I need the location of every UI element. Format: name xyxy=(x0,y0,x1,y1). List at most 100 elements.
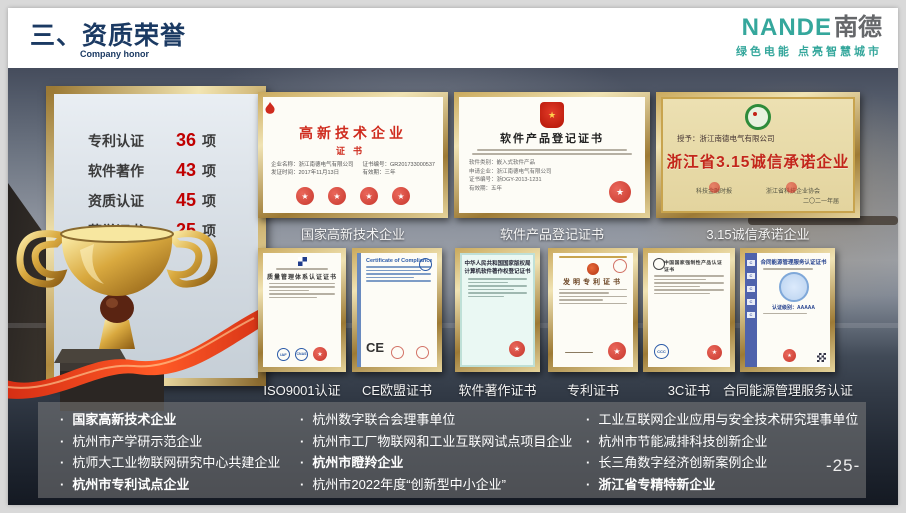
cqc-mark-icon: CCC xyxy=(654,344,669,359)
cert-body-line xyxy=(559,299,603,301)
certificate-315-integrity: 授予：浙江南德电气有限公司 浙江省3.15诚信承诺企业 科技金融时报 浙江省科技… xyxy=(656,92,860,218)
stat-value: 36 xyxy=(164,130,196,151)
cert-body-line xyxy=(559,292,609,294)
cert-body-line xyxy=(559,296,627,298)
cert-body-line xyxy=(654,282,724,284)
cert-field: 有效期：三年 xyxy=(363,169,435,177)
cert-date: 二〇二一年届 xyxy=(803,196,839,205)
certificate-energy-management: C C C C C 合同能源管理服务认证证书 认证级别：AAAAA ★ xyxy=(740,248,835,372)
red-seal-icon xyxy=(709,182,720,193)
cert-body-line xyxy=(366,277,414,279)
honor-item: 工业互联网企业应用与安全技术研究理事单位 xyxy=(586,409,858,431)
stat-row: 资质认证 45 项 xyxy=(88,190,258,211)
stat-unit: 项 xyxy=(202,221,216,241)
stat-label: 资质认证 xyxy=(88,191,164,211)
cert-body-line xyxy=(468,285,527,287)
red-seal-icon: ★ xyxy=(313,347,327,361)
cert-body-line xyxy=(276,268,328,270)
cnas-mark-icon: CNAS xyxy=(295,348,308,361)
red-seal-icon: ★ xyxy=(608,342,626,360)
cert-body-line xyxy=(763,268,813,270)
cert-field: 证书编号：GR201733000537 xyxy=(363,161,435,169)
certificate-3c: 中国国家强制性产品认证证书 CCC ★ xyxy=(643,248,735,372)
cert-body-line xyxy=(468,282,508,284)
red-seal-icon: ★ xyxy=(609,181,631,203)
logo-tagline: 绿色电能 点亮智慧城市 xyxy=(736,43,882,59)
cert-body-line xyxy=(654,279,706,281)
honor-item: 杭州市工厂物联网和工业互联网试点项目企业 xyxy=(300,431,572,453)
cert-body-line xyxy=(477,149,627,151)
honor-item: 杭州市瞪羚企业 xyxy=(300,452,572,474)
red-seal-icon: ★ xyxy=(392,187,410,205)
cert-body-line xyxy=(269,286,335,288)
stat-label: 软件著作 xyxy=(88,161,164,181)
registrar-logo-icon xyxy=(298,257,307,266)
cert-body-line xyxy=(366,273,431,275)
cert-field: 企业名称：浙江南德电气有限公司 xyxy=(271,161,354,169)
honor-item: 国家高新技术企业 xyxy=(60,409,280,431)
page-subtitle: Company honor xyxy=(80,49,149,59)
stat-unit: 项 xyxy=(202,161,216,181)
stat-label: 荣誉证书 xyxy=(88,221,164,241)
seal-outline-icon xyxy=(391,346,404,359)
honor-item: 杭州市2022年度“创新型中小企业” xyxy=(300,474,572,496)
cnipa-logo-icon xyxy=(587,263,599,275)
slide-header: 三、资质荣誉 Company honor NANDE南德 绿色电能 点亮智慧城市 xyxy=(8,8,898,68)
cert-body-line xyxy=(654,275,724,277)
cert-title-line: 计算机软件著作权登记证书 xyxy=(462,268,533,276)
seal-outline-icon xyxy=(613,259,627,273)
ccc-mark-icon xyxy=(653,258,665,270)
stat-unit: 项 xyxy=(202,131,216,151)
honor-item: 杭师大工业物联网研究中心共建企业 xyxy=(60,452,280,474)
cert-title: 发明专利证书 xyxy=(553,277,633,287)
stat-value: 25 xyxy=(164,220,196,241)
stat-row: 专利认证 36 项 xyxy=(88,130,258,151)
green-badge-icon xyxy=(745,104,771,130)
red-seal-icon xyxy=(786,182,797,193)
company-logo: NANDE南德 绿色电能 点亮智慧城市 xyxy=(736,15,882,59)
honor-item: 长三角数字经济创新案例企业 xyxy=(586,452,858,474)
page-number: -25- xyxy=(826,456,860,476)
flame-icon xyxy=(263,101,277,117)
cert-body-line xyxy=(559,303,627,305)
cert-field: 发证时间：2017年11月13日 xyxy=(271,169,354,177)
cert-body-line xyxy=(269,293,335,295)
cert-body-line xyxy=(763,313,807,315)
background-photo: 专利认证 36 项 软件著作 43 项 资质认证 45 项 荣誉证书 25 xyxy=(8,68,898,505)
stat-value: 45 xyxy=(164,190,196,211)
cert-body-line xyxy=(654,289,724,291)
cert-award-line: 授予：浙江南德电气有限公司 xyxy=(663,133,853,144)
certificate-iso9001: 质量管理体系认证证书 IAF CNAS ★ xyxy=(258,248,346,372)
stat-value: 43 xyxy=(164,160,196,181)
cert-title: 质量管理体系认证证书 xyxy=(263,272,341,281)
tuv-mark-icon xyxy=(419,258,432,271)
cert-body-line xyxy=(468,296,504,298)
side-band xyxy=(357,253,361,367)
caption-energy-management: 合同能源管理服务认证 xyxy=(708,380,868,399)
red-seal-icon: ★ xyxy=(296,187,314,205)
certificate-hi-tech: 高新技术企业 证书 企业名称：浙江南德电气有限公司 发证时间：2017年11月1… xyxy=(258,92,448,218)
cert-emblem-icon xyxy=(779,272,809,302)
honors-column-3: 工业互联网企业应用与安全技术研究理事单位 杭州市节能减排科技创新企业 长三角数字… xyxy=(586,409,858,495)
stat-unit: 项 xyxy=(202,191,216,211)
certificate-ce: Certificate of Compliance CE xyxy=(352,248,442,372)
red-seal-icon: ★ xyxy=(783,349,796,362)
cert-field: 证书编号：浙DGY-2013-1231 xyxy=(469,176,635,185)
cert-body-line xyxy=(468,292,527,294)
stat-row: 软件著作 43 项 xyxy=(88,160,258,181)
honors-column-1: 国家高新技术企业 杭州市产学研示范企业 杭师大工业物联网研究中心共建企业 杭州市… xyxy=(60,409,280,495)
slide: 三、资质荣誉 Company honor NANDE南德 绿色电能 点亮智慧城市… xyxy=(8,8,898,505)
stats-panel: 专利认证 36 项 软件著作 43 项 资质认证 45 项 荣誉证书 25 xyxy=(46,86,266,386)
cert-body-line xyxy=(654,293,710,295)
page-title: 三、资质荣誉 xyxy=(30,16,186,52)
honor-item: 杭州市产学研示范企业 xyxy=(60,431,280,453)
logo-latin-text: NANDE xyxy=(742,14,832,41)
certificate-patent: 发明专利证书 ★ xyxy=(548,248,638,372)
cert-title-line: 中华人民共和国国家版权局 xyxy=(462,260,533,268)
certificate-software-copyright: 中华人民共和国国家版权局 计算机软件著作权登记证书 ★ xyxy=(455,248,540,372)
honors-panel: 国家高新技术企业 杭州市产学研示范企业 杭师大工业物联网研究中心共建企业 杭州市… xyxy=(38,402,866,498)
red-seal-icon: ★ xyxy=(707,345,722,360)
iaf-mark-icon: IAF xyxy=(277,348,290,361)
national-emblem-icon: ★ xyxy=(540,102,564,128)
honor-item: 杭州市节能减排科技创新企业 xyxy=(586,431,858,453)
